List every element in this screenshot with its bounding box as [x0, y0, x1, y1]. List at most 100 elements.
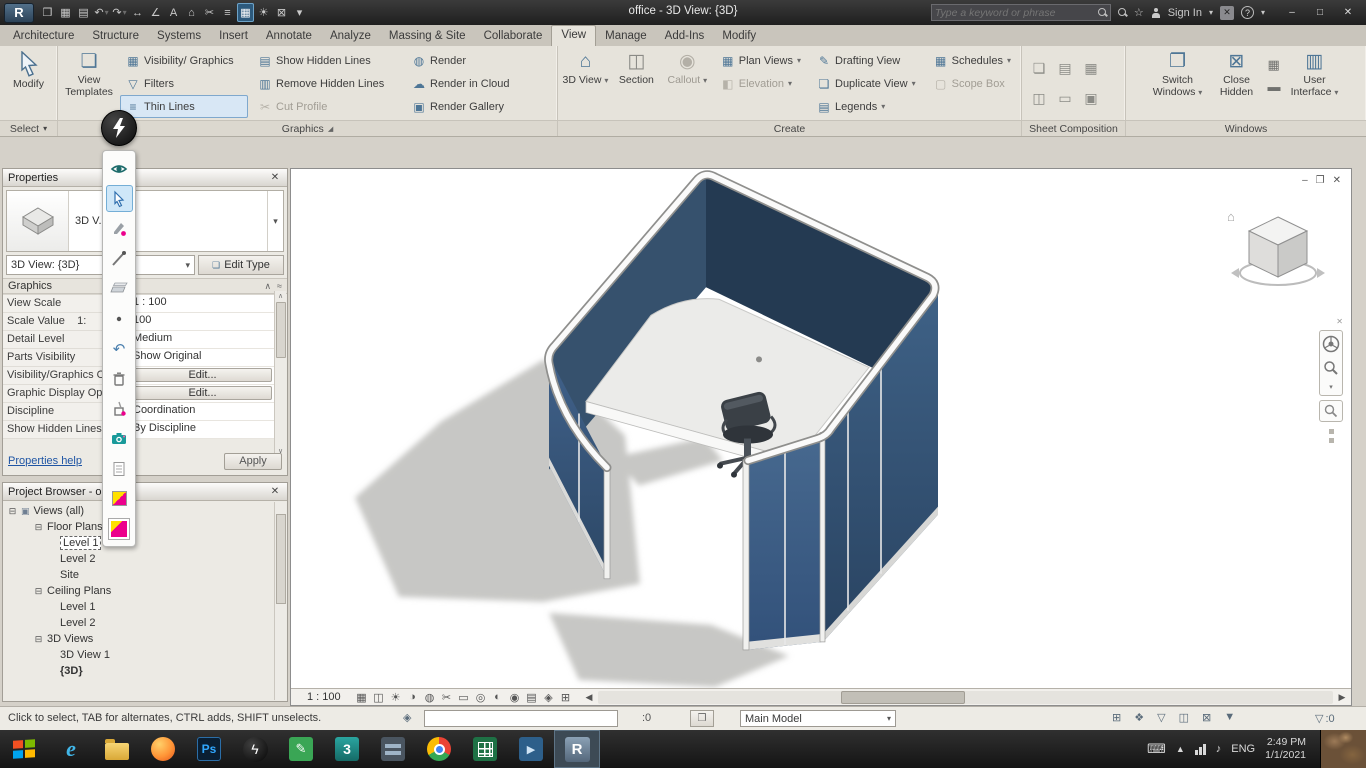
cursor-icon[interactable]: [105, 185, 133, 212]
pen-cup-icon[interactable]: [106, 395, 133, 422]
browser-scrollbar[interactable]: [274, 502, 286, 700]
sign-in-dropdown-icon[interactable]: ▾: [1209, 8, 1213, 17]
minimize-button[interactable]: –: [1278, 4, 1306, 22]
ribbon-button[interactable]: ◍ Render: [406, 49, 528, 72]
ribbon-tab[interactable]: Modify: [713, 27, 765, 46]
ribbon-tab[interactable]: Massing & Site: [380, 27, 475, 46]
property-value[interactable]: By Discipline: [131, 421, 274, 439]
application-menu-button[interactable]: R: [4, 2, 34, 23]
expander-icon[interactable]: ⊟: [34, 634, 43, 645]
ribbon-button[interactable]: ▢Scope Box▾: [928, 72, 1017, 95]
ribbon-button[interactable]: ▤ Show Hidden Lines: [252, 49, 402, 72]
search-icon[interactable]: [1097, 8, 1107, 17]
view-cube[interactable]: ⌂: [1223, 203, 1333, 303]
network-icon[interactable]: [1194, 743, 1206, 755]
ribbon-button[interactable]: ▥ Remove Hidden Lines: [252, 72, 402, 95]
ribbon-tab[interactable]: Add-Ins: [656, 27, 714, 46]
displaced-elements-icon[interactable]: ◈: [540, 691, 557, 704]
worksharing-display-icon[interactable]: ▤: [523, 691, 540, 704]
properties-help-link[interactable]: Properties help: [8, 455, 82, 467]
type-selector-dropdown-icon[interactable]: ▾: [267, 191, 283, 251]
apply-button[interactable]: Apply: [224, 452, 282, 470]
properties-title-bar[interactable]: Properties ✕: [3, 169, 287, 187]
shadows-icon[interactable]: ◑: [404, 691, 421, 703]
infocenter-search[interactable]: [930, 4, 1111, 21]
picpick-logo-icon[interactable]: [101, 110, 137, 146]
open-icon[interactable]: ❒▾: [39, 3, 56, 22]
print-icon[interactable]: ▤▾: [75, 3, 92, 22]
browser-item-level-2[interactable]: Level 2: [3, 551, 287, 567]
modify-button[interactable]: Modify: [4, 49, 53, 92]
scroll-left-icon[interactable]: ◀: [582, 692, 596, 703]
taskbar-photoshop[interactable]: Ps: [186, 730, 232, 768]
property-value[interactable]: Edit...: [131, 385, 274, 403]
worksets-status-icon[interactable]: ◈: [403, 711, 411, 724]
dimension-icon[interactable]: ∠▾: [147, 3, 164, 22]
browser-item-3d-view-1[interactable]: 3D View 1: [3, 647, 287, 663]
property-value[interactable]: 1 : 100: [131, 295, 274, 313]
ribbon-tab[interactable]: Structure: [83, 27, 148, 46]
browser-item-3d-default[interactable]: {3D}: [3, 663, 287, 679]
close-icon[interactable]: ✕: [1336, 317, 1343, 326]
favorites-icon[interactable]: ☆: [1134, 6, 1144, 19]
communication-center-icon[interactable]: [1117, 8, 1127, 17]
sun-path-icon[interactable]: ☀: [387, 691, 404, 704]
help-icon[interactable]: ?: [1240, 6, 1254, 19]
capture-icon[interactable]: [106, 425, 133, 452]
browser-item-3d-views[interactable]: ⊟ 3D Views: [3, 631, 287, 647]
ribbon-tab[interactable]: Manage: [596, 27, 656, 46]
close-hidden-button[interactable]: ⊠ Close Hidden: [1212, 49, 1262, 100]
text-icon[interactable]: A▾: [165, 3, 182, 22]
ribbon-button[interactable]: ✂ Cut Profile: [252, 95, 402, 118]
maximize-button[interactable]: □: [1306, 4, 1334, 22]
project-browser-title-bar[interactable]: Project Browser - o... ✕: [3, 483, 287, 501]
taskbar-media-app[interactable]: [370, 730, 416, 768]
property-value[interactable]: Edit...: [131, 367, 274, 385]
clock[interactable]: 2:49 PM 1/1/2021: [1265, 736, 1310, 762]
color-picker-icon[interactable]: [106, 515, 133, 542]
browser-item-ceiling-level-2[interactable]: Level 2: [3, 615, 287, 631]
steering-wheel-icon[interactable]: [1322, 335, 1340, 353]
edit-type-button[interactable]: ❏ Edit Type: [198, 255, 284, 275]
select-panel-label[interactable]: Select ▾: [0, 120, 57, 136]
view-restore-icon[interactable]: ❐: [1316, 175, 1325, 186]
ribbon-button[interactable]: ◧ Elevation ▾: [715, 72, 807, 95]
ribbon-tab[interactable]: Systems: [148, 27, 210, 46]
zoom-dropdown-icon[interactable]: ▾: [1329, 383, 1333, 391]
taskbar-file-explorer[interactable]: [94, 730, 140, 768]
select-pinned-icon[interactable]: ⊠: [1202, 711, 1211, 724]
constraints-icon[interactable]: ⊞: [557, 691, 574, 704]
start-button[interactable]: [0, 730, 48, 768]
save-icon[interactable]: ▦▾: [57, 3, 74, 22]
browser-item-ceiling-plans[interactable]: ⊟ Ceiling Plans: [3, 583, 287, 599]
ribbon-button[interactable]: ▦ Plan Views ▾: [715, 49, 807, 72]
undo-icon[interactable]: ↶: [106, 335, 133, 362]
ribbon-button[interactable]: ▦ Schedules ▾: [928, 49, 1017, 72]
property-value[interactable]: Show Original: [131, 349, 274, 367]
properties-scrollbar[interactable]: ∧ ∨: [274, 291, 286, 457]
dialog-launcher-icon[interactable]: ◢: [328, 125, 333, 133]
measure-icon[interactable]: ↔▾: [129, 3, 146, 22]
volume-icon[interactable]: ♪: [1216, 743, 1222, 755]
scrollbar-thumb[interactable]: [275, 514, 286, 604]
visual-style-icon[interactable]: ▦▾: [237, 3, 254, 22]
taskbar-internet-explorer[interactable]: e: [48, 730, 94, 768]
trash-icon[interactable]: [106, 365, 133, 392]
keyboard-icon[interactable]: ⌨: [1147, 741, 1166, 757]
user-interface-button[interactable]: ▥ User Interface ▾: [1287, 49, 1343, 100]
ribbon-button[interactable]: ❏ Duplicate View ▾: [811, 72, 924, 95]
horizontal-scrollbar[interactable]: [598, 690, 1333, 704]
notes-icon[interactable]: [106, 455, 133, 482]
nav-bar-handle[interactable]: [1328, 429, 1334, 443]
taskbar-picpick[interactable]: ϟ: [232, 730, 278, 768]
main-model-select[interactable]: Main Model ▾: [740, 710, 896, 727]
select-links-icon[interactable]: ▽: [1157, 711, 1165, 724]
browser-item-floor-plans[interactable]: ⊟ Floor Plans: [3, 519, 287, 535]
property-value[interactable]: Coordination: [131, 403, 274, 421]
title-block-icon[interactable]: ▤: [1058, 60, 1071, 77]
property-value[interactable]: Medium: [131, 331, 274, 349]
selection-filter[interactable]: ▽ :0: [1315, 712, 1335, 726]
browser-item-level-1[interactable]: Level 1: [3, 535, 287, 551]
dot-icon[interactable]: [106, 305, 133, 332]
visual-style-icon[interactable]: ◫: [370, 691, 387, 704]
